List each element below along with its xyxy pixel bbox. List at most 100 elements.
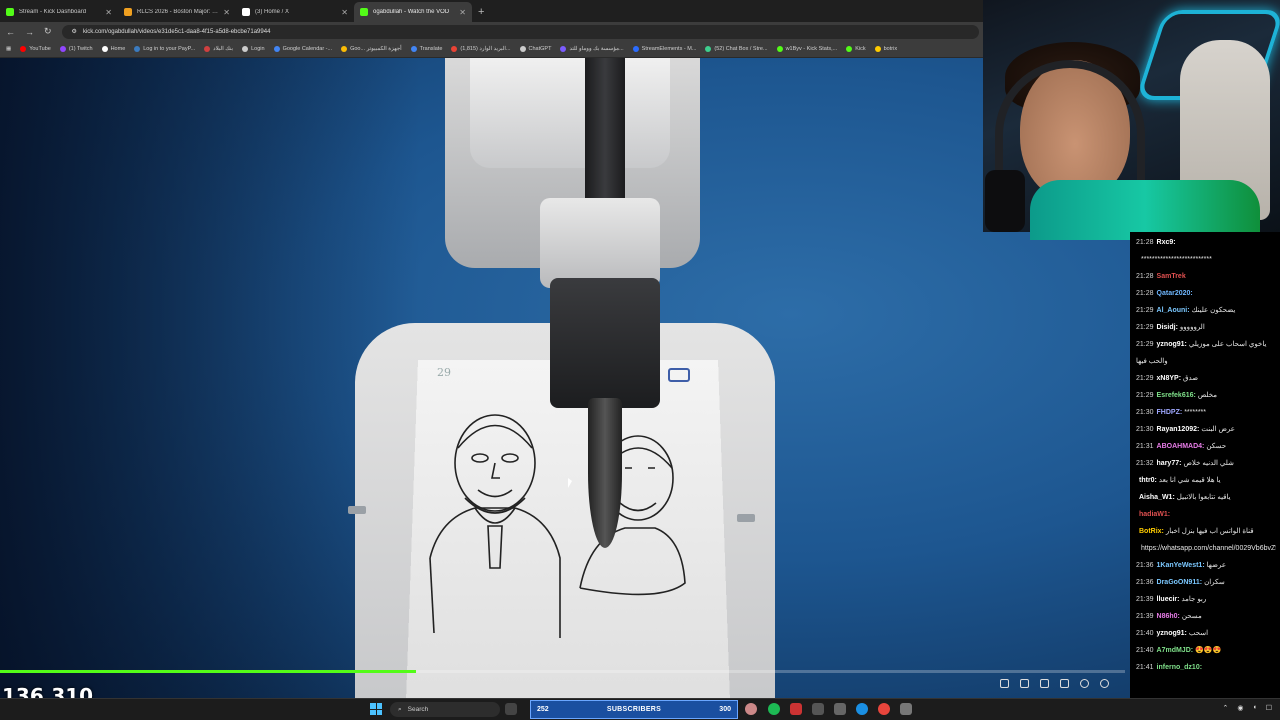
chat-timestamp: 21:36 <box>1136 579 1154 586</box>
task-view-icon[interactable] <box>505 703 517 715</box>
browser-tab[interactable]: (3) Home / X ✕ <box>236 2 354 22</box>
bookmark-label: مؤسسة بك ووماو للتد... <box>569 46 624 52</box>
chat-username[interactable]: yznog91: <box>1157 341 1187 348</box>
bookmark-favicon-icon <box>451 46 458 52</box>
chat-username[interactable]: DraGoON911: <box>1157 579 1203 586</box>
network-icon[interactable]: ◉ <box>1237 704 1243 712</box>
bookmark-item[interactable]: botrix <box>874 46 897 52</box>
chat-username[interactable]: inferno_dz10: <box>1157 664 1203 671</box>
bookmark-label: YouTube <box>29 46 51 52</box>
chat-message: 21:28 SamTrek <box>1136 272 1276 281</box>
forward-icon[interactable]: → <box>25 27 34 37</box>
bookmark-item[interactable]: (1,815) البريد الوارد... <box>451 46 511 52</box>
bookmark-item[interactable]: Login <box>242 46 265 52</box>
bookmark-label: Log in to your PayP... <box>143 46 196 52</box>
chat-text: سكران <box>1204 579 1225 586</box>
video-player[interactable]: 29 <box>0 58 1130 698</box>
bookmark-item[interactable]: Log in to your PayP... <box>134 46 195 52</box>
chat-username[interactable]: BotRix: <box>1139 528 1164 535</box>
taskbar-app-icon[interactable] <box>812 703 824 715</box>
bookmark-favicon-icon <box>20 46 27 52</box>
chat-text: ربو جامد <box>1181 596 1207 603</box>
bookmark-item[interactable]: Translate <box>410 46 443 52</box>
chat-username[interactable]: Disidj: <box>1157 324 1178 331</box>
tab-favicon-icon <box>6 8 14 16</box>
taskbar-app-icon-2[interactable] <box>900 703 912 715</box>
chat-message: https://whatsapp.com/channel/0029Vb6bvZ5… <box>1136 544 1276 553</box>
chat-username[interactable]: Al_Aouni: <box>1157 307 1190 314</box>
bookmark-label: w1Byv - Kick Stats,... <box>785 46 838 52</box>
subs-count-left: 252 <box>537 706 549 713</box>
bookmark-item[interactable]: YouTube <box>20 46 51 52</box>
edge-icon[interactable] <box>856 703 868 715</box>
chat-username[interactable]: Qatar2020: <box>1157 290 1193 297</box>
chat-username[interactable]: lluecir: <box>1157 596 1180 603</box>
chat-username[interactable]: Rayan12092: <box>1157 426 1200 433</box>
site-info-icon[interactable]: ⚙ <box>72 28 77 35</box>
volume-tray-icon[interactable]: ◖ <box>1252 704 1256 712</box>
chat-username[interactable]: thtr0: <box>1139 477 1157 484</box>
taskbar-app-avatar-icon[interactable] <box>745 703 757 715</box>
chat-username[interactable]: FHDPZ: <box>1157 409 1183 416</box>
bookmark-item[interactable]: (1) Twitch <box>59 46 93 52</box>
spotify-icon[interactable] <box>768 703 780 715</box>
tab-close-icon[interactable]: ✕ <box>341 8 348 17</box>
chat-timestamp: 21:29 <box>1136 392 1154 399</box>
bookmark-favicon-icon <box>59 46 66 52</box>
bookmark-favicon-icon <box>560 46 567 52</box>
chat-username[interactable]: A7mdMJD: <box>1157 647 1194 654</box>
base-clip-right <box>737 514 755 522</box>
apps-icon[interactable]: ▦ <box>6 46 11 52</box>
chat-timestamp: 21:31 <box>1136 443 1154 450</box>
bookmark-item[interactable]: Home <box>101 46 125 52</box>
chat-username[interactable]: Aisha_W1: <box>1139 494 1175 501</box>
taskbar-search[interactable]: ⌕ Search <box>390 702 500 717</box>
tab-close-icon[interactable]: ✕ <box>459 8 466 17</box>
bookmark-item[interactable]: ChatGPT <box>519 46 551 52</box>
fullscreen-icon[interactable] <box>1060 679 1069 688</box>
settings-gear-icon[interactable] <box>1100 679 1109 688</box>
tab-close-icon[interactable]: ✕ <box>223 8 230 17</box>
chat-username[interactable]: N86h0: <box>1157 613 1180 620</box>
bookmark-item[interactable]: StreamElements - M... <box>632 46 697 52</box>
bookmark-item[interactable]: بنك البلاد <box>204 46 233 52</box>
url-field[interactable]: ⚙ kick.com/ogabdullah/videos/e31de5c1-da… <box>61 24 979 39</box>
tray-chevron-icon[interactable]: ⌃ <box>1223 704 1229 712</box>
bookmark-item[interactable]: w1Byv - Kick Stats,... <box>776 46 838 52</box>
theater-mode-icon[interactable] <box>1020 679 1029 688</box>
chrome-icon[interactable] <box>878 703 890 715</box>
chat-username[interactable]: hary77: <box>1157 460 1182 467</box>
bookmark-label: Translate <box>419 46 443 52</box>
chat-username[interactable]: ABOAHMAD4: <box>1157 443 1205 450</box>
bookmark-item[interactable]: Goo... أجهزة الكمبيوتر <box>341 46 402 52</box>
chat-username[interactable]: 1KanYeWest1: <box>1157 562 1205 569</box>
chat-username[interactable]: SamTrek <box>1157 273 1186 280</box>
tab-close-icon[interactable]: ✕ <box>105 8 112 17</box>
chat-username[interactable]: yznog91: <box>1157 630 1187 637</box>
bookmark-item[interactable]: Google Calendar -... <box>273 46 332 52</box>
chat-username[interactable]: Rxc9: <box>1157 239 1176 246</box>
bookmark-label: StreamElements - M... <box>641 46 697 52</box>
browser-tab[interactable]: RLCS 2026 - Boston Major: Euro ✕ <box>118 2 236 22</box>
browser-tab[interactable]: Stream - Kick Dashboard ✕ <box>0 2 118 22</box>
notification-icon[interactable]: ☐ <box>1266 704 1272 712</box>
obs-icon[interactable] <box>790 703 802 715</box>
windows-start-icon[interactable] <box>370 703 382 715</box>
browser-tab[interactable]: ogabdullah - Watch the VOD ✕ <box>354 2 472 22</box>
back-icon[interactable]: ← <box>6 27 15 37</box>
bookmark-item[interactable]: Kick <box>846 46 866 52</box>
chat-text: https://whatsapp.com/channel/0029Vb6bvZ5… <box>1141 545 1276 552</box>
new-tab-icon[interactable]: + <box>472 6 490 22</box>
miniplayer-icon[interactable] <box>1040 679 1049 688</box>
robot-gripper <box>550 278 660 408</box>
bookmark-item[interactable]: مؤسسة بك ووماو للتد... <box>560 46 624 52</box>
clip-icon[interactable] <box>1000 679 1009 688</box>
volume-icon[interactable] <box>1080 679 1089 688</box>
chat-username[interactable]: hadiaW1: <box>1139 511 1170 518</box>
file-explorer-icon[interactable] <box>834 703 846 715</box>
reload-icon[interactable]: ↻ <box>44 26 52 37</box>
chat-username[interactable]: xN8YP: <box>1157 375 1182 382</box>
bookmark-favicon-icon <box>874 46 881 52</box>
bookmark-item[interactable]: (52) Chat Box / Stre... <box>705 46 768 52</box>
chat-username[interactable]: Esrefek616: <box>1157 392 1196 399</box>
